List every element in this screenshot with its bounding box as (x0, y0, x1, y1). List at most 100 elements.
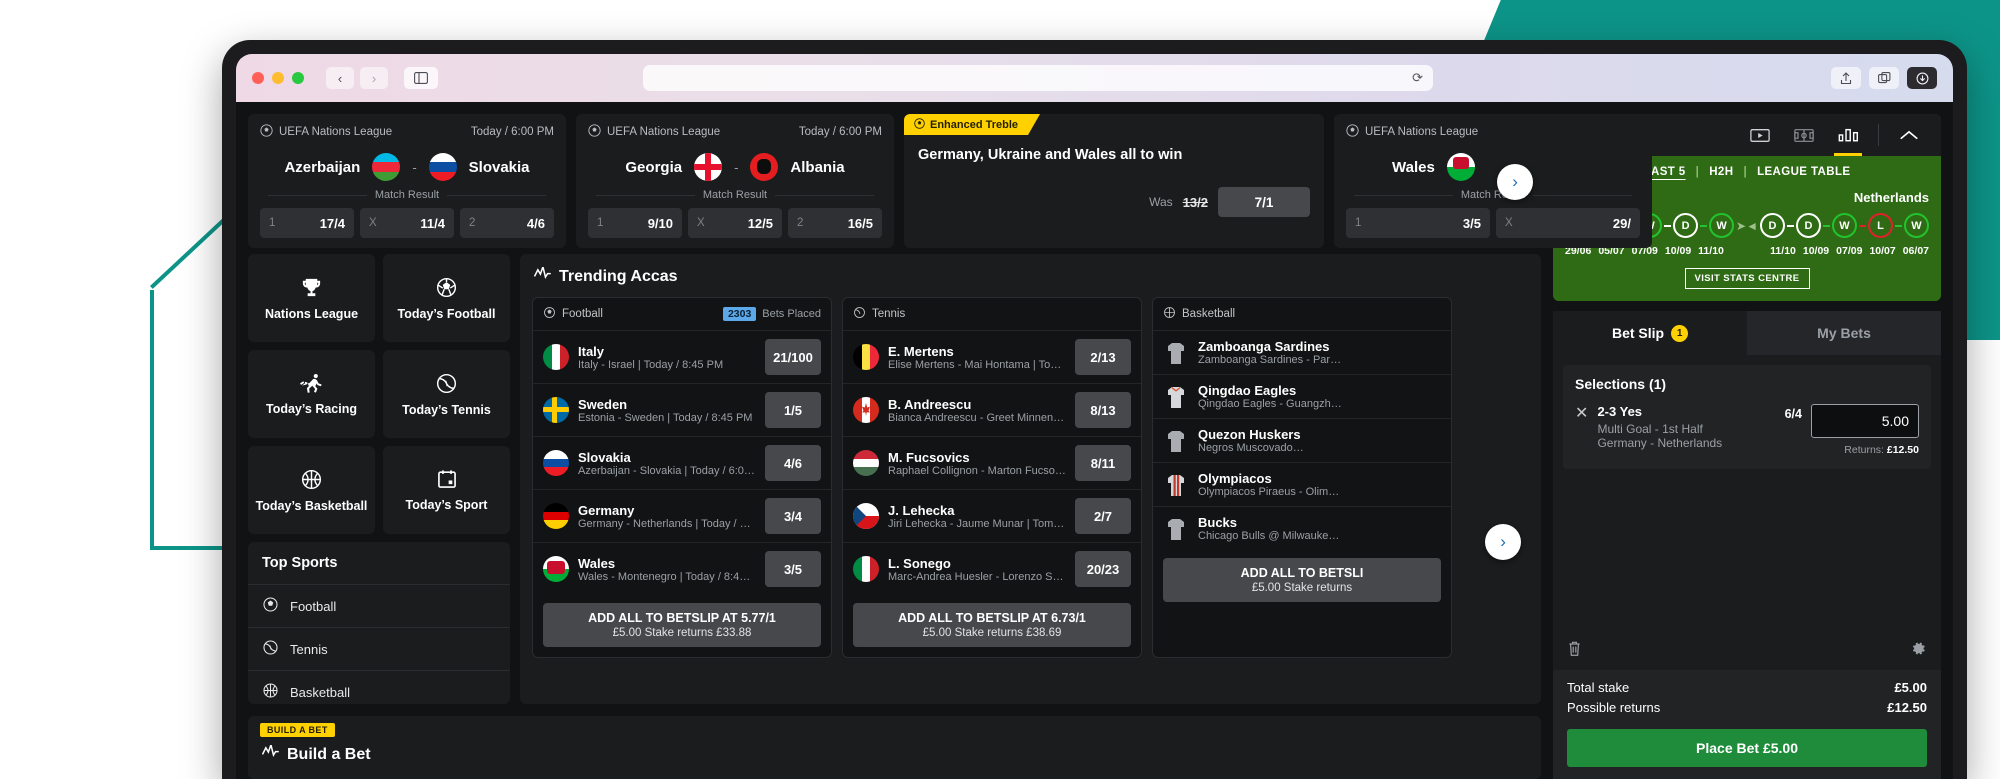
acca-row[interactable]: Olympiacos Olympiacos Piraeus - Olim… (1153, 462, 1451, 506)
sidebar-item-nations-league[interactable]: Nations League (248, 254, 375, 342)
acca-row[interactable]: Germany Germany - Netherlands | Today / … (533, 489, 831, 542)
minimize-window-button[interactable] (272, 72, 284, 84)
odds-button[interactable]: X 11/4 (360, 208, 454, 238)
odds-button[interactable]: 1 17/4 (260, 208, 354, 238)
sidebar-item-label: Today’s Tennis (402, 402, 491, 417)
pitch-icon[interactable] (1784, 114, 1824, 156)
odds-button[interactable]: X 12/5 (688, 208, 782, 238)
add-all-to-betslip-button[interactable]: ADD ALL TO BETSLIP AT 6.73/1 £5.00 Stake… (853, 603, 1131, 647)
odds-button[interactable]: 1 3/5 (1346, 208, 1490, 238)
acca-row[interactable]: M. Fucsovics Raphael Collignon - Marton … (843, 436, 1141, 489)
acca-row[interactable]: Slovakia Azerbaijan - Slovakia | Today /… (533, 436, 831, 489)
acca-odds-button[interactable]: 1/5 (765, 392, 821, 428)
acca-row[interactable]: Qingdao Eagles Qingdao Eagles - Guangzh… (1153, 374, 1451, 418)
enhanced-treble-title: Germany, Ukraine and Wales all to win (918, 147, 1183, 163)
acca-row[interactable]: Zamboanga Sardines Zamboanga Sardines - … (1153, 330, 1451, 374)
match-card-partial[interactable]: UEFA Nations League Wales Match Result 1… (1334, 114, 1652, 248)
enhanced-treble-card[interactable]: Enhanced Treble Germany, Ukraine and Wal… (904, 114, 1324, 248)
football-icon (435, 276, 458, 299)
odds-button[interactable]: 2 4/6 (460, 208, 554, 238)
chevron-up-icon[interactable] (1889, 114, 1929, 156)
window-traffic-lights[interactable] (252, 72, 304, 84)
stake-input[interactable]: 5.00 (1811, 404, 1919, 438)
acca-selection-event: Italy - Israel | Today / 8:45 PM (578, 358, 724, 371)
team-jersey-icon (1163, 516, 1189, 542)
odds-button[interactable]: X 29/ (1496, 208, 1640, 238)
browser-nav-buttons[interactable]: ‹ › (326, 67, 388, 89)
acca-row[interactable]: Sweden Estonia - Sweden | Today / 8:45 P… (533, 383, 831, 436)
sidebar-item-todays-basketball[interactable]: Today’s Basketball (248, 446, 375, 534)
visit-stats-centre-button[interactable]: VISIT STATS CENTRE (1684, 268, 1810, 289)
match-card[interactable]: UEFA Nations League Today / 6:00 PM Azer… (248, 114, 566, 248)
acca-row[interactable]: J. Lehecka Jiri Lehecka - Jaume Munar | … (843, 489, 1141, 542)
acca-selection-name: J. Lehecka (888, 502, 955, 518)
sidebar-item-todays-football[interactable]: Today’s Football (383, 254, 510, 342)
acca-odds-button[interactable]: 4/6 (765, 445, 821, 481)
form-date: 10/07 (1869, 245, 1896, 257)
acca-row[interactable]: Bucks Chicago Bulls @ Milwauke… (1153, 506, 1451, 550)
sidebar-item-basketball[interactable]: Basketball (248, 671, 510, 704)
back-button[interactable]: ‹ (326, 67, 354, 89)
new-tab-icon[interactable] (1869, 67, 1899, 89)
gear-icon[interactable] (1910, 640, 1927, 662)
acca-odds-button[interactable]: 2/7 (1075, 498, 1131, 534)
sidebar-item-todays-sport[interactable]: Today’s Sport (383, 446, 510, 534)
video-icon[interactable] (1740, 114, 1780, 156)
tab-h2h[interactable]: H2H (1709, 166, 1733, 178)
acca-row[interactable]: Quezon Huskers Negros Muscovado… (1153, 418, 1451, 462)
place-bet-button[interactable]: Place Bet £5.00 (1567, 729, 1927, 767)
sidebar-toggle-button[interactable] (404, 67, 438, 89)
acca-odds-button[interactable]: 8/13 (1075, 392, 1131, 428)
form-connector (1664, 224, 1672, 227)
acca-row[interactable]: B. Andreescu Bianca Andreescu - Greet Mi… (843, 383, 1141, 436)
reload-icon[interactable]: ⟳ (1412, 70, 1423, 86)
form-badge: D (1673, 213, 1699, 238)
close-icon[interactable]: ✕ (1575, 404, 1588, 422)
matches-next-button[interactable]: › (1497, 164, 1534, 200)
selection-row: ✕ 2-3 Yes Multi Goal - 1st Half Germany … (1575, 404, 1919, 456)
acca-odds-button[interactable]: 2/13 (1075, 339, 1131, 375)
team-flag-icon (543, 450, 569, 476)
sidebar-item-todays-racing[interactable]: Today’s Racing (248, 350, 375, 438)
add-all-returns: £5.00 Stake returns £38.69 (922, 627, 1062, 639)
sidebar-item-tennis[interactable]: Tennis (248, 628, 510, 671)
trending-next-button[interactable]: › (1485, 524, 1522, 560)
app-page: UEFA Nations League Today / 6:00 PM Azer… (236, 102, 1953, 779)
tab-bet-slip[interactable]: Bet Slip 1 (1553, 311, 1748, 355)
match-teams: Georgia - Albania (588, 153, 882, 181)
add-all-to-betslip-button[interactable]: ADD ALL TO BETSLIP AT 5.77/1 £5.00 Stake… (543, 603, 821, 647)
download-icon[interactable] (1907, 67, 1937, 89)
add-all-to-betslip-button[interactable]: ADD ALL TO BETSLI £5.00 Stake returns (1163, 558, 1441, 602)
tab-league-table[interactable]: LEAGUE TABLE (1757, 166, 1850, 178)
tennis-icon (262, 639, 279, 659)
odds-button[interactable]: 1 9/10 (588, 208, 682, 238)
odds-button[interactable]: 2 16/5 (788, 208, 882, 238)
acca-row-meta: Wales Wales - Montenegro | Today / 8:4… (578, 556, 756, 583)
match-card[interactable]: UEFA Nations League Today / 6:00 PM Geor… (576, 114, 894, 248)
acca-row[interactable]: Wales Wales - Montenegro | Today / 8:4… … (533, 542, 831, 595)
trash-icon[interactable] (1567, 640, 1582, 662)
trending-accas-title: Trending Accas (559, 268, 678, 285)
sidebar-item-label: Today’s Basketball (255, 498, 368, 513)
acca-odds-button[interactable]: 3/5 (765, 551, 821, 587)
share-icon[interactable] (1831, 67, 1861, 89)
sidebar-item-football[interactable]: Football (248, 585, 510, 628)
tab-my-bets[interactable]: My Bets (1747, 311, 1942, 355)
acca-odds-button[interactable]: 21/100 (765, 339, 821, 375)
acca-row[interactable]: E. Mertens Elise Mertens - Mai Hontama |… (843, 330, 1141, 383)
selection-meta: 2-3 Yes Multi Goal - 1st Half Germany - … (1597, 404, 1775, 450)
enhanced-price-button[interactable]: 7/1 (1218, 187, 1310, 217)
sidebar-item-todays-tennis[interactable]: Today’s Tennis (383, 350, 510, 438)
odds-label: X (1505, 217, 1513, 229)
form-date: 11/10 (1698, 245, 1724, 257)
acca-odds-button[interactable]: 8/11 (1075, 445, 1131, 481)
acca-row[interactable]: L. Sonego Marc-Andrea Huesler - Lorenzo … (843, 542, 1141, 595)
maximize-window-button[interactable] (292, 72, 304, 84)
close-window-button[interactable] (252, 72, 264, 84)
stats-icon[interactable] (1828, 114, 1868, 156)
acca-odds-button[interactable]: 20/23 (1075, 551, 1131, 587)
forward-button[interactable]: › (360, 67, 388, 89)
acca-row[interactable]: Italy Italy - Israel | Today / 8:45 PM 2… (533, 330, 831, 383)
address-bar[interactable]: ⟳ (643, 65, 1433, 91)
acca-odds-button[interactable]: 3/4 (765, 498, 821, 534)
